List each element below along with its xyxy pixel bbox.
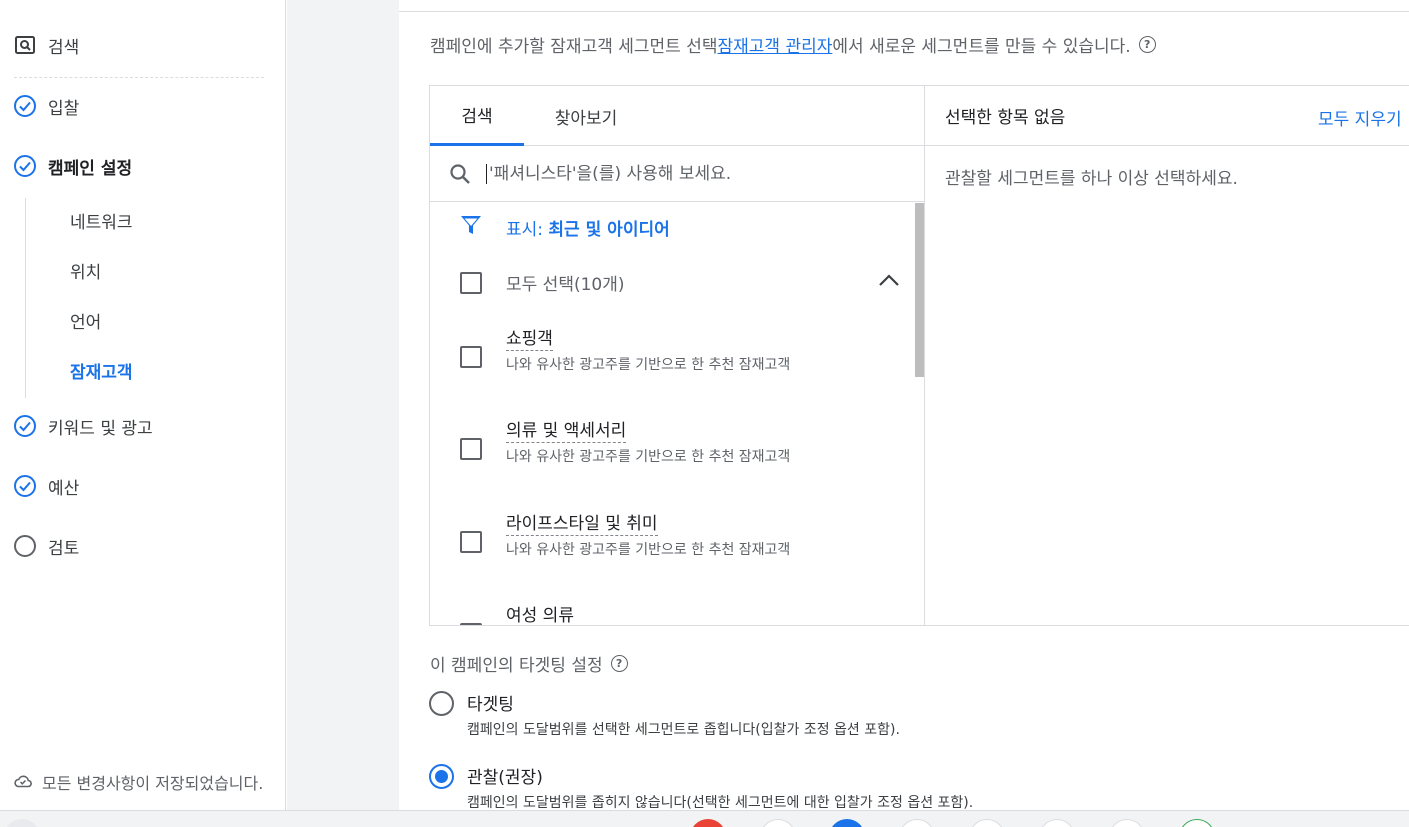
segment-search-row [430, 146, 924, 202]
audience-manager-link[interactable]: 잠재고객 관리자 [718, 32, 833, 57]
help-icon[interactable]: ? [1138, 36, 1156, 53]
segment-checkbox[interactable] [460, 531, 482, 553]
sidebar-item-label: 키워드 및 광고 [48, 418, 153, 439]
targeting-option-targeting: 타겟팅 캠페인의 도달범위를 선택한 세그먼트로 좁힙니다(입찰가 조정 옵션 … [429, 690, 900, 739]
dock-app-icon[interactable] [1109, 819, 1145, 827]
audience-selector: 검색 찾아보기 표시: 최근 및 아이디어 모두 선택(10개) 쇼핑객 [429, 85, 1409, 626]
empty-circle-icon [14, 535, 36, 557]
radio-description: 캠페인의 도달범위를 선택한 세그먼트로 좁힙니다(입찰가 조정 옵션 포함). [467, 722, 900, 738]
selected-header: 선택한 항목 없음 모두 지우기 [925, 86, 1409, 146]
check-circle-icon [14, 155, 36, 177]
radio-label: 타겟팅 [467, 695, 514, 715]
radio-label: 관찰(권장) [467, 768, 543, 788]
select-all-checkbox[interactable] [460, 271, 482, 294]
list-item: 라이프스타일 및 취미 나와 유사한 광고주를 기반으로 한 추천 잠재고객 [460, 509, 900, 589]
filter-toggle[interactable]: 표시: 최근 및 아이디어 [460, 214, 670, 241]
sidebar-item-bidding[interactable]: 입찰 [14, 91, 79, 121]
sidebar-item-search[interactable]: 검색 [14, 30, 79, 60]
segment-checkbox[interactable] [460, 346, 482, 368]
sidebar-item-label: 검색 [48, 37, 80, 58]
help-icon[interactable]: ? [610, 655, 628, 672]
radio-selected-dot [435, 770, 448, 783]
intro-prefix: 캠페인에 추가할 잠재고객 세그먼트 선택 [430, 37, 718, 57]
dock-app-icon[interactable] [829, 819, 865, 827]
segment-name[interactable]: 라이프스타일 및 취미 [506, 509, 658, 536]
segment-browser: 검색 찾아보기 표시: 최근 및 아이디어 모두 선택(10개) 쇼핑객 [430, 86, 925, 625]
tab-search[interactable]: 검색 [430, 86, 524, 146]
segment-checkbox[interactable] [460, 623, 482, 625]
search-icon [448, 162, 472, 186]
sidebar-subitem-location[interactable]: 위치 [70, 258, 101, 283]
segment-desc: 나와 유사한 광고주를 기반으로 한 추천 잠재고객 [506, 357, 791, 373]
sidebar-item-campaign-settings[interactable]: 캠페인 설정 [14, 151, 132, 181]
sidebar: 검색 입찰 캠페인 설정 네트워크 위치 언어 잠재고객 키워드 및 광고 예산… [0, 0, 286, 827]
sidebar-item-review[interactable]: 검토 [14, 531, 79, 561]
filter-value: 최근 및 아이디어 [548, 220, 670, 240]
list-item: 의류 및 액세서리 나와 유사한 광고주를 기반으로 한 추천 잠재고객 [460, 416, 900, 496]
targeting-option-observation: 관찰(권장) 캠페인의 도달범위를 좁히지 않습니다(선택한 세그먼트에 대한 … [429, 763, 973, 812]
sidebar-item-keywords-ads[interactable]: 키워드 및 광고 [14, 411, 153, 441]
save-status: 모든 변경사항이 저장되었습니다. [14, 770, 263, 794]
background-band [287, 0, 399, 827]
segment-checkbox[interactable] [460, 438, 482, 460]
targeting-title-text: 이 캠페인의 타겟팅 설정 [430, 656, 603, 676]
sidebar-item-label: 검토 [48, 538, 80, 559]
selected-segments: 선택한 항목 없음 모두 지우기 관찰할 세그먼트를 하나 이상 선택하세요. [925, 86, 1409, 625]
filter-prefix: 표시: [506, 220, 549, 240]
sidebar-subitem-network[interactable]: 네트워크 [70, 208, 133, 233]
dock-app-icon[interactable] [760, 819, 796, 827]
segment-desc: 나와 유사한 광고주를 기반으로 한 추천 잠재고객 [506, 542, 791, 558]
dock-app-icon[interactable] [690, 819, 726, 827]
segment-desc: 나와 유사한 광고주를 기반으로 한 추천 잠재고객 [506, 449, 791, 465]
sidebar-divider [14, 77, 264, 78]
check-circle-icon [14, 415, 36, 437]
radio-targeting[interactable] [429, 691, 454, 716]
sidebar-item-budget[interactable]: 예산 [14, 471, 79, 501]
top-divider [399, 11, 1409, 12]
check-circle-icon [14, 475, 36, 497]
sidebar-subitem-language[interactable]: 언어 [70, 308, 101, 333]
clear-all-button[interactable]: 모두 지우기 [1318, 105, 1402, 130]
radio-observation[interactable] [429, 764, 454, 789]
check-circle-icon [14, 95, 36, 117]
dock-app-icon[interactable] [4, 819, 40, 827]
save-status-text: 모든 변경사항이 저장되었습니다. [42, 774, 264, 793]
list-item: 여성 의류 [460, 601, 900, 625]
targeting-setting-title: 이 캠페인의 타겟팅 설정 ? [430, 651, 628, 676]
sidebar-item-label: 예산 [48, 478, 80, 499]
sub-nav-line [25, 198, 26, 398]
empty-selection-text: 관찰할 세그먼트를 하나 이상 선택하세요. [945, 169, 1238, 189]
chevron-up-icon[interactable] [878, 272, 900, 291]
segment-search-input[interactable] [486, 163, 886, 184]
dock-app-icon[interactable] [899, 819, 935, 827]
filter-icon [460, 214, 482, 241]
radio-description: 캠페인의 도달범위를 좁히지 않습니다(선택한 세그먼트에 대한 입찰가 조정 … [467, 795, 974, 811]
dock-app-icon[interactable] [969, 819, 1005, 827]
bottom-dock [0, 810, 1409, 827]
dock-app-icon[interactable] [1039, 819, 1075, 827]
scrollbar-thumb[interactable] [915, 203, 924, 377]
selected-title: 선택한 항목 없음 [945, 108, 1066, 128]
select-all-label: 모두 선택(10개) [506, 275, 625, 295]
segment-name[interactable]: 쇼핑객 [506, 324, 553, 351]
intro-text: 캠페인에 추가할 잠재고객 세그먼트 선택 잠재고객 관리자 에서 새로운 세그… [430, 32, 1156, 57]
cloud-done-icon [14, 773, 32, 792]
intro-suffix: 에서 새로운 세그먼트를 만들 수 있습니다. [832, 37, 1131, 57]
sidebar-item-label: 입찰 [48, 98, 80, 119]
tab-bar: 검색 찾아보기 [430, 86, 924, 146]
select-all-row: 모두 선택(10개) [460, 270, 900, 295]
segment-name[interactable]: 여성 의류 [506, 601, 574, 625]
dock-app-icon[interactable] [1179, 819, 1215, 827]
search-box-icon [14, 36, 36, 54]
segment-name[interactable]: 의류 및 액세서리 [506, 416, 627, 443]
tab-browse[interactable]: 찾아보기 [540, 86, 632, 146]
sidebar-item-label: 캠페인 설정 [48, 158, 133, 179]
sidebar-subitem-audience[interactable]: 잠재고객 [70, 358, 133, 383]
list-item: 쇼핑객 나와 유사한 광고주를 기반으로 한 추천 잠재고객 [460, 324, 900, 404]
